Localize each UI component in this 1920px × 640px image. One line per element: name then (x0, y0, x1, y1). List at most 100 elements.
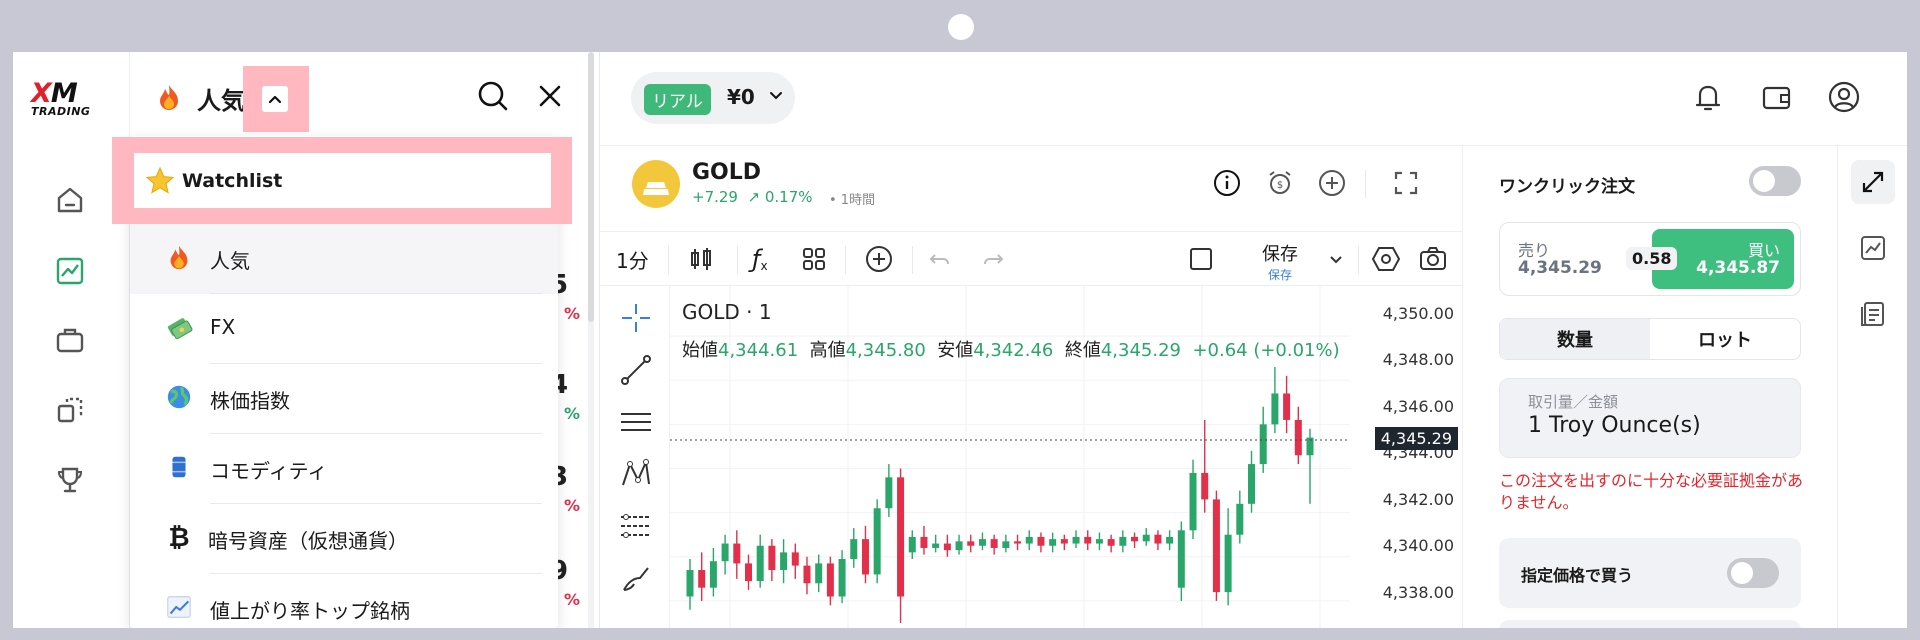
undo-icon[interactable] (926, 244, 954, 274)
wallet-icon[interactable] (1757, 78, 1795, 116)
candle (744, 554, 752, 590)
interval-button[interactable]: 1分 (616, 244, 649, 274)
orders-list-icon[interactable] (1851, 292, 1895, 336)
panel-header: 人気 (130, 52, 600, 142)
buy-price: 4,345.87 (1696, 258, 1780, 278)
horizontal-lines-icon[interactable] (618, 404, 654, 440)
home-icon[interactable] (52, 182, 88, 218)
candle (1049, 532, 1057, 553)
candle-body (1294, 419, 1302, 456)
candle-body (1283, 393, 1291, 420)
crosshair-icon[interactable] (618, 300, 654, 336)
settings-hex-icon[interactable] (1371, 244, 1401, 274)
copy-icon[interactable] (52, 392, 88, 428)
fib-icon[interactable] (618, 508, 654, 544)
candle-body (803, 565, 811, 584)
candle-body (897, 477, 905, 597)
pattern-icon[interactable] (618, 456, 654, 492)
divider (912, 246, 913, 274)
chevron-down-icon[interactable] (1328, 244, 1344, 274)
trophy-icon[interactable] (52, 462, 88, 498)
candle-type-icon[interactable] (687, 244, 715, 274)
profile-icon[interactable] (1825, 78, 1863, 116)
dropdown-item-indices[interactable]: 株価指数 (130, 364, 558, 434)
search-icon[interactable] (476, 79, 510, 113)
chart-icon[interactable] (1851, 226, 1895, 270)
info-icon[interactable] (1212, 168, 1242, 198)
candle-body (1037, 536, 1045, 546)
chart-legend-title: GOLD · 1 (682, 300, 772, 324)
xm-logo[interactable]: XXMM TRADING (31, 78, 109, 120)
redo-icon[interactable] (979, 244, 1007, 274)
dropdown-item-popular[interactable]: 人気 (130, 224, 558, 294)
price-alert-icon[interactable]: $ (1265, 168, 1295, 198)
candle-body (1107, 539, 1115, 546)
dropdown-item-label: コモディティ (210, 459, 328, 483)
sell-price[interactable]: 4,345.29 (1518, 258, 1602, 278)
add-icon[interactable] (1317, 168, 1347, 198)
divider (845, 246, 846, 274)
close-icon[interactable] (533, 79, 567, 113)
briefcase-icon[interactable] (52, 322, 88, 358)
candle (826, 556, 834, 606)
templates-icon[interactable] (800, 244, 828, 274)
dropdown-item-crypto[interactable]: ₿ 暗号資産（仮想通貨） (130, 504, 558, 574)
device-frame: XXMM TRADING (0, 0, 1920, 640)
price-chart[interactable]: GOLD · 1 始値4,344.61 高値4,345.80 安値4,342.4… (670, 286, 1462, 628)
trend-up-icon (164, 592, 194, 622)
dropdown-item-watchlist[interactable]: Watchlist (134, 153, 551, 208)
bitcoin-icon: ₿ (168, 522, 190, 553)
dropdown-item-fx[interactable]: FX (130, 294, 558, 364)
one-click-toggle[interactable] (1749, 166, 1801, 196)
quantity-field[interactable]: 取引量／金額 1 Troy Ounce(s) (1499, 378, 1801, 458)
tab-lot[interactable]: ロット (1650, 319, 1800, 359)
candle-body (1201, 472, 1209, 500)
fullscreen-icon[interactable] (1391, 168, 1421, 198)
candle (803, 556, 811, 595)
top-bar: リアル ¥0 (600, 52, 1907, 146)
account-selector[interactable]: リアル ¥0 (631, 72, 795, 124)
collapse-button[interactable] (243, 66, 309, 132)
symbol-name: GOLD (692, 160, 762, 185)
candle (1037, 532, 1045, 553)
candle (1224, 508, 1232, 606)
scrollbar-thumb[interactable] (588, 52, 594, 322)
trendline-icon[interactable] (618, 352, 654, 388)
candle (721, 534, 729, 575)
candle (1166, 530, 1174, 551)
candle (1236, 490, 1244, 544)
indicators-icon[interactable]: ƒx (752, 244, 768, 274)
chart-icon[interactable] (52, 253, 88, 289)
candle-body (1014, 541, 1022, 544)
bell-icon[interactable] (1689, 78, 1727, 116)
candle-body (955, 541, 963, 551)
limit-order-row: 指定価格で買う (1499, 538, 1801, 608)
candle-body (1236, 503, 1244, 535)
dropdown-item-commodity[interactable]: コモディティ (130, 434, 558, 504)
list-pct: % (564, 404, 581, 423)
layout-icon[interactable] (1187, 244, 1215, 274)
candle-body (1049, 539, 1057, 546)
logo-sub: TRADING (31, 105, 91, 118)
limit-toggle[interactable] (1727, 558, 1779, 588)
candle-body (908, 536, 916, 553)
candle-body (1248, 464, 1256, 504)
save-label: 保存 (1262, 244, 1298, 265)
camera-icon[interactable] (1418, 244, 1448, 274)
candle (1248, 450, 1256, 513)
save-button[interactable]: 保存 保存 (1250, 240, 1310, 282)
candle (686, 558, 694, 610)
brush-icon[interactable] (618, 560, 654, 596)
dropdown-item-top-gainers[interactable]: 値上がり率トップ銘柄 (130, 574, 558, 628)
candle (920, 525, 928, 555)
candle-body (932, 543, 940, 548)
price-axis-label: 4,346.00 (1382, 397, 1454, 416)
compare-add-icon[interactable] (864, 244, 894, 274)
candle (1014, 534, 1022, 551)
candle-body (698, 570, 706, 588)
tab-quantity[interactable]: 数量 (1500, 319, 1650, 359)
candle-body (967, 541, 975, 546)
dropdown-item-label: 暗号資産（仮想通貨） (208, 529, 408, 553)
expand-icon[interactable] (1851, 160, 1895, 204)
save-sub: 保存 (1267, 268, 1292, 282)
